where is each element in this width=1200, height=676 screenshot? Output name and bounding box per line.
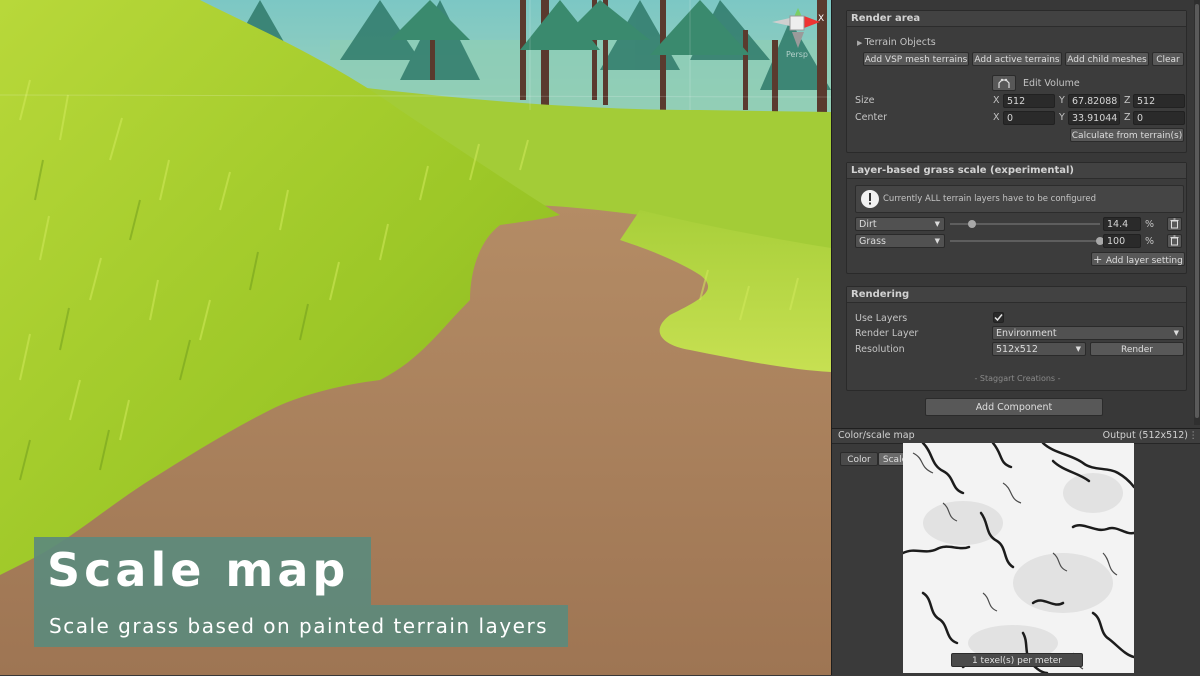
inspector-scrollbar[interactable] [1194, 0, 1200, 425]
add-layer-setting-button[interactable]: + Add layer setting [1091, 252, 1185, 266]
size-label: Size [855, 95, 875, 106]
use-layers-label: Use Layers [855, 313, 908, 324]
rendering-section: Rendering Use Layers Render Layer Enviro… [846, 286, 1187, 391]
calculate-from-terrains-button[interactable]: Calculate from terrain(s) [1070, 128, 1184, 142]
dirt-scale-field[interactable]: 14.4 [1103, 217, 1141, 231]
render-area-header[interactable]: Render area [847, 11, 1186, 27]
rendering-header[interactable]: Rendering [847, 287, 1186, 303]
output-resolution-label: Output (512x512) [1102, 430, 1188, 441]
edit-volume-button[interactable] [992, 75, 1016, 91]
gizmo-axis-label: X [818, 14, 825, 24]
render-layer-value: Environment [996, 328, 1057, 339]
center-y-field[interactable]: 33.91044 [1068, 111, 1120, 125]
layer-scale-section: Layer-based grass scale (experimental) C… [846, 162, 1187, 274]
checkmark-icon [994, 314, 1003, 322]
credit-text: - Staggart Creations - [974, 374, 1061, 383]
more-options-icon[interactable]: ⋮ [1189, 429, 1199, 443]
layer-dropdown-grass[interactable]: Grass ▼ [855, 234, 945, 248]
edit-volume-label: Edit Volume [1023, 78, 1080, 89]
center-x-field[interactable]: 0 [1003, 111, 1055, 125]
chevron-down-icon: ▼ [1173, 329, 1179, 337]
trash-icon [1170, 218, 1179, 229]
layer-scale-header[interactable]: Layer-based grass scale (experimental) [847, 163, 1186, 179]
chevron-down-icon: ▼ [1075, 345, 1081, 353]
scene-view[interactable]: X Persp Scale map Scale grass based on p… [0, 0, 831, 675]
grass-scale-field[interactable]: 100 [1103, 234, 1141, 248]
grass-percent-unit: % [1145, 236, 1155, 247]
delete-dirt-layer-button[interactable] [1167, 217, 1182, 231]
clear-button[interactable]: Clear [1152, 52, 1184, 66]
plus-icon: + [1093, 253, 1106, 266]
use-layers-checkbox[interactable] [993, 312, 1004, 323]
chevron-down-icon: ▼ [934, 237, 940, 245]
add-layer-setting-label: Add layer setting [1105, 256, 1183, 266]
scale-map-image [903, 443, 1134, 673]
add-vsp-mesh-terrains-button[interactable]: Add VSP mesh terrains [863, 52, 969, 66]
render-layer-dropdown[interactable]: Environment ▼ [992, 326, 1184, 340]
size-z-field[interactable]: 512 [1133, 94, 1185, 108]
size-y-field[interactable]: 67.82088 [1068, 94, 1120, 108]
warning-box: Currently ALL terrain layers have to be … [855, 185, 1184, 213]
foldout-arrow-icon: ▶ [857, 39, 865, 47]
color-scale-map-title: Color/scale map [838, 430, 915, 441]
map-tabs: Color Scale [840, 452, 912, 466]
delete-grass-layer-button[interactable] [1167, 234, 1182, 248]
inspector-panel: Render area ▶ Terrain Objects Add VSP me… [831, 0, 1200, 676]
tab-color[interactable]: Color [840, 452, 878, 466]
scene-gizmo[interactable]: X Persp [768, 4, 824, 60]
size-z-axis: Z [1124, 95, 1131, 106]
layer-dropdown-dirt[interactable]: Dirt ▼ [855, 217, 945, 231]
warning-text: Currently ALL terrain layers have to be … [883, 194, 1096, 204]
center-y-axis: Y [1059, 112, 1065, 123]
render-area-section: Render area ▶ Terrain Objects Add VSP me… [846, 10, 1187, 153]
terrain-objects-label: Terrain Objects [864, 37, 936, 48]
add-component-button[interactable]: Add Component [925, 398, 1103, 416]
resolution-dropdown[interactable]: 512x512 ▼ [992, 342, 1086, 356]
size-x-axis: X [993, 95, 1000, 106]
render-button[interactable]: Render [1090, 342, 1184, 356]
center-label: Center [855, 112, 887, 123]
grass-scale-slider-track[interactable] [950, 240, 1100, 242]
edit-volume-icon [998, 78, 1010, 88]
chevron-down-icon: ▼ [934, 220, 940, 228]
color-scale-map-header: Color/scale map Output (512x512) ⋮ [832, 429, 1200, 444]
resolution-value: 512x512 [996, 344, 1038, 355]
overlay-subtitle: Scale grass based on painted terrain lay… [34, 605, 569, 647]
resolution-label: Resolution [855, 344, 905, 355]
overlay-title: Scale map [34, 537, 372, 605]
color-scale-map-panel: Color/scale map Output (512x512) ⋮ Color… [832, 428, 1200, 676]
terrain-objects-foldout[interactable]: ▶ Terrain Objects [857, 37, 936, 48]
layer-grass-name: Grass [859, 236, 886, 247]
layer-dirt-name: Dirt [859, 219, 877, 230]
center-z-axis: Z [1124, 112, 1131, 123]
warning-icon [861, 190, 879, 208]
size-x-field[interactable]: 512 [1003, 94, 1055, 108]
dirt-scale-slider-handle[interactable] [967, 220, 976, 228]
texel-density-label: 1 texel(s) per meter [951, 653, 1083, 667]
size-y-axis: Y [1059, 95, 1065, 106]
gizmo-view-label: Persp [786, 50, 808, 59]
center-z-field[interactable]: 0 [1133, 111, 1185, 125]
center-x-axis: X [993, 112, 1000, 123]
scale-map-preview: 1 texel(s) per meter [903, 443, 1134, 673]
render-layer-label: Render Layer [855, 328, 919, 339]
trash-icon [1170, 235, 1179, 246]
add-child-meshes-button[interactable]: Add child meshes [1065, 52, 1149, 66]
scrollbar-thumb[interactable] [1195, 4, 1199, 418]
add-active-terrains-button[interactable]: Add active terrains [972, 52, 1062, 66]
dirt-percent-unit: % [1145, 219, 1155, 230]
